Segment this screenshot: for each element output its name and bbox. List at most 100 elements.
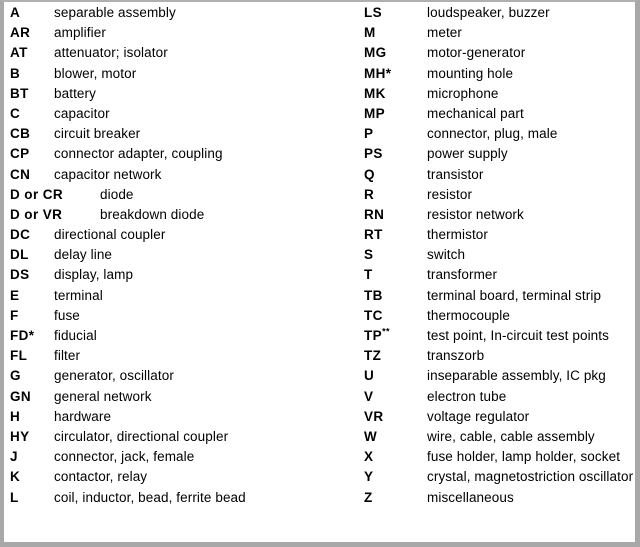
table-columns: Aseparable assembly AR amplifier AT attenuat… (4, 2, 635, 542)
designator-description: microphone (427, 85, 499, 101)
table-row: DC directional coupler (10, 225, 359, 245)
table-row: Ycrystal, magnetostriction oscillator (364, 467, 635, 487)
designator-label: F (10, 307, 19, 323)
designator-label: CP (10, 146, 30, 162)
designator-description: filter (54, 348, 81, 364)
table-row: Pconnector, plug, male (364, 124, 635, 144)
designator-label: LS (364, 5, 383, 20)
table-row: Wwire, cable, cable assembly (364, 427, 635, 447)
designator-description: mounting hole (427, 65, 514, 81)
designator-description: resistor (427, 186, 473, 202)
designator-description: crystal, magnetostriction oscillator (427, 469, 634, 485)
designator-label: P (364, 126, 374, 142)
designator-description: separable assembly (54, 5, 176, 20)
table-row: CN capacitor network (10, 165, 359, 185)
designator-label: W (364, 428, 378, 444)
designator-label: TB (364, 287, 383, 303)
designator-label: TP** (364, 326, 427, 346)
designator-description: hardware (54, 408, 112, 424)
designator-description: loudspeaker, buzzer (427, 5, 550, 20)
left-column: Aseparable assembly AR amplifier AT attenuat… (4, 3, 359, 542)
table-row: FL filter (10, 346, 359, 366)
designator-label: A (10, 5, 21, 20)
table-row: MG motor-generator (364, 43, 635, 63)
designator-description: miscellaneous (427, 489, 514, 505)
designator-description: connector, jack, female (54, 449, 195, 465)
designator-description: delay line (54, 247, 113, 263)
designator-label: S (364, 247, 374, 263)
table-row: Jconnector, jack, female (10, 447, 359, 467)
table-row: AR amplifier (10, 23, 359, 43)
designator-description: wire, cable, cable assembly (427, 428, 595, 444)
table-row: GN general network (10, 387, 359, 407)
table-row: Rresistor (364, 185, 635, 205)
designator-description: directional coupler (54, 227, 166, 243)
designator-description: test point, In-circuit test points (427, 328, 609, 343)
designator-description: connector, plug, male (427, 126, 558, 142)
designator-description: transzorb (427, 348, 485, 364)
designator-description: thermocouple (427, 307, 510, 323)
table-row: BT battery (10, 84, 359, 104)
table-row: PS power supply (364, 144, 635, 164)
right-column: LS loudspeaker, buzzer Mmeter MG motor-gener… (359, 3, 635, 542)
designator-description: display, lamp (54, 267, 134, 283)
designator-description: fuse (54, 307, 80, 323)
table-row: CB circuit breaker (10, 124, 359, 144)
designator-description: switch (427, 247, 466, 263)
designator-label: DL (10, 247, 29, 263)
table-row: TZ transzorb (364, 346, 635, 366)
table-row: Velectron tube (364, 387, 635, 407)
designator-label: CN (10, 166, 31, 182)
designator-description: general network (54, 388, 152, 404)
designator-description: terminal (54, 287, 103, 303)
designator-label: AR (10, 25, 31, 41)
table-row: Uinseparable assembly, IC pkg (364, 366, 635, 386)
designator-description: fiducial (54, 328, 97, 343)
designator-description: battery (54, 85, 96, 101)
designator-description: transformer (427, 267, 498, 283)
table-row: D or CR diode (10, 185, 359, 205)
table-row: Aseparable assembly (10, 3, 359, 23)
designator-description: meter (427, 25, 463, 41)
table-row: RN resistor network (364, 205, 635, 225)
designator-label: U (364, 368, 375, 384)
designator-description: thermistor (427, 227, 489, 243)
designator-description: circulator, directional coupler (54, 428, 229, 444)
designator-label: V (364, 388, 374, 404)
designator-label: BT (10, 85, 29, 101)
table-row: TC thermocouple (364, 306, 635, 326)
table-row: Ggenerator, oscillator (10, 366, 359, 386)
table-row: Lcoil, inductor, bead, ferrite bead (10, 488, 359, 508)
designator-label: FD* (10, 328, 35, 343)
designator-label: K (10, 469, 21, 485)
table-row: LS loudspeaker, buzzer (364, 3, 635, 23)
table-row: RT thermistor (364, 225, 635, 245)
designator-label: Y (364, 469, 374, 485)
designator-label: RT (364, 227, 383, 243)
designator-description: connector adapter, coupling (54, 146, 223, 162)
designator-label: GN (10, 388, 32, 404)
designator-label: AT (10, 45, 28, 61)
designator-label: D or VR (10, 206, 63, 222)
designator-description: breakdown diode (100, 206, 205, 222)
table-row: TP** test point, In-circuit test points (364, 326, 635, 346)
designator-description: transistor (427, 166, 484, 182)
table-row: Eterminal (10, 286, 359, 306)
designator-label: R (364, 186, 375, 202)
designator-description: fuse holder, lamp holder, socket (427, 449, 621, 465)
designator-description: generator, oscillator (54, 368, 174, 384)
table-row: Kcontactor, relay (10, 467, 359, 487)
designator-description: contactor, relay (54, 469, 148, 485)
table-row: AT attenuator; isolator (10, 43, 359, 63)
designator-label: D or CR (10, 186, 64, 202)
designator-description: blower, motor (54, 65, 137, 81)
designator-label: J (10, 449, 18, 465)
designator-label: Q (364, 166, 375, 182)
designator-description: voltage regulator (427, 408, 530, 424)
designator-description: motor-generator (427, 45, 526, 61)
designator-label: DC (10, 227, 31, 243)
reference-designator-table: Aseparable assembly AR amplifier AT attenuat… (0, 0, 640, 547)
designator-label: G (10, 368, 21, 384)
designator-label: CB (10, 126, 31, 142)
designator-label: B (10, 65, 21, 81)
